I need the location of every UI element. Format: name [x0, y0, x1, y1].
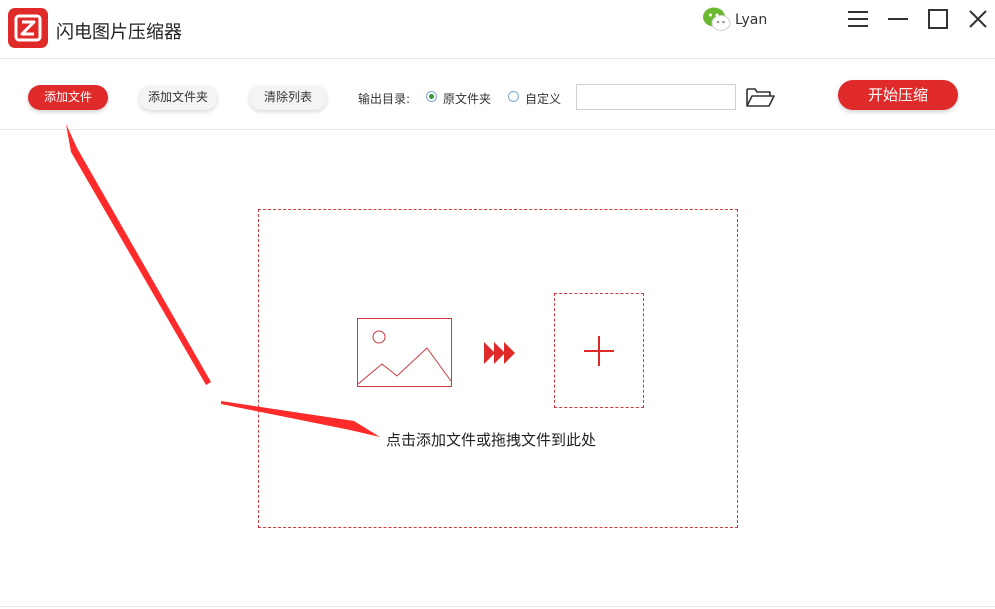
radio-custom[interactable] [508, 91, 519, 102]
add-folder-button[interactable]: 添加文件夹 [139, 85, 217, 110]
output-path-input[interactable] [576, 84, 736, 110]
add-placeholder-box[interactable] [554, 293, 644, 408]
add-file-button[interactable]: 添加文件 [28, 85, 108, 110]
title-bar: 闪电图片压缩器 Lyan [0, 0, 995, 58]
folder-open-icon[interactable] [745, 86, 775, 108]
close-icon[interactable] [966, 7, 990, 31]
radio-custom-label[interactable]: 自定义 [525, 90, 561, 107]
image-icon [357, 318, 452, 387]
clear-list-button[interactable]: 清除列表 [249, 85, 327, 110]
start-compress-button[interactable]: 开始压缩 [838, 80, 958, 110]
toolbar-divider [0, 129, 995, 130]
user-account[interactable]: Lyan [702, 5, 767, 35]
triple-arrow-icon [484, 342, 515, 364]
maximize-icon[interactable] [926, 7, 950, 31]
annotation-arrow-to-add-file [66, 124, 211, 385]
drop-zone[interactable] [258, 209, 738, 528]
bottom-divider [0, 606, 995, 607]
minimize-icon[interactable] [886, 7, 910, 31]
plus-icon [584, 336, 614, 366]
app-logo-icon [8, 8, 48, 48]
radio-original-folder[interactable] [426, 91, 437, 102]
app-title: 闪电图片压缩器 [56, 22, 182, 43]
drop-zone-hint: 点击添加文件或拖拽文件到此处 [386, 431, 597, 449]
user-name: Lyan [735, 12, 768, 28]
radio-original-folder-label[interactable]: 原文件夹 [443, 90, 491, 107]
toolbar: 添加文件 添加文件夹 清除列表 输出目录: 原文件夹 自定义 开始压缩 [0, 59, 995, 129]
wechat-icon [703, 7, 731, 31]
menu-icon[interactable] [846, 7, 870, 31]
output-directory-label: 输出目录: [358, 92, 411, 106]
